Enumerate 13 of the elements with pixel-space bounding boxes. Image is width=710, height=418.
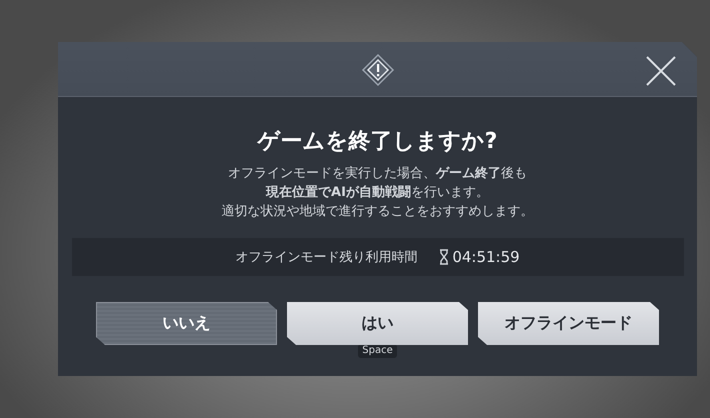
message-line: 現在位置でAIが自動戦闘を行います。 <box>266 184 489 202</box>
key-hint: Space <box>358 344 397 358</box>
timer-value: 04:51:59 <box>452 248 520 266</box>
warning-icon <box>360 53 394 87</box>
message-line: オフラインモードを実行した場合、ゲーム終了後も <box>228 165 527 183</box>
dialog-button[interactable]: いいえ <box>96 302 277 345</box>
message-line: 適切な状況や地域で進行することをおすすめします。 <box>222 203 534 221</box>
dialog-button[interactable]: はい <box>287 302 468 345</box>
dialog-title: ゲームを終了しますか? <box>258 128 498 156</box>
hourglass-icon <box>439 249 450 265</box>
dialog-button[interactable]: オフラインモード <box>478 302 659 345</box>
close-icon[interactable] <box>645 55 677 87</box>
timer-label: オフラインモード残り利用時間 <box>235 249 418 266</box>
